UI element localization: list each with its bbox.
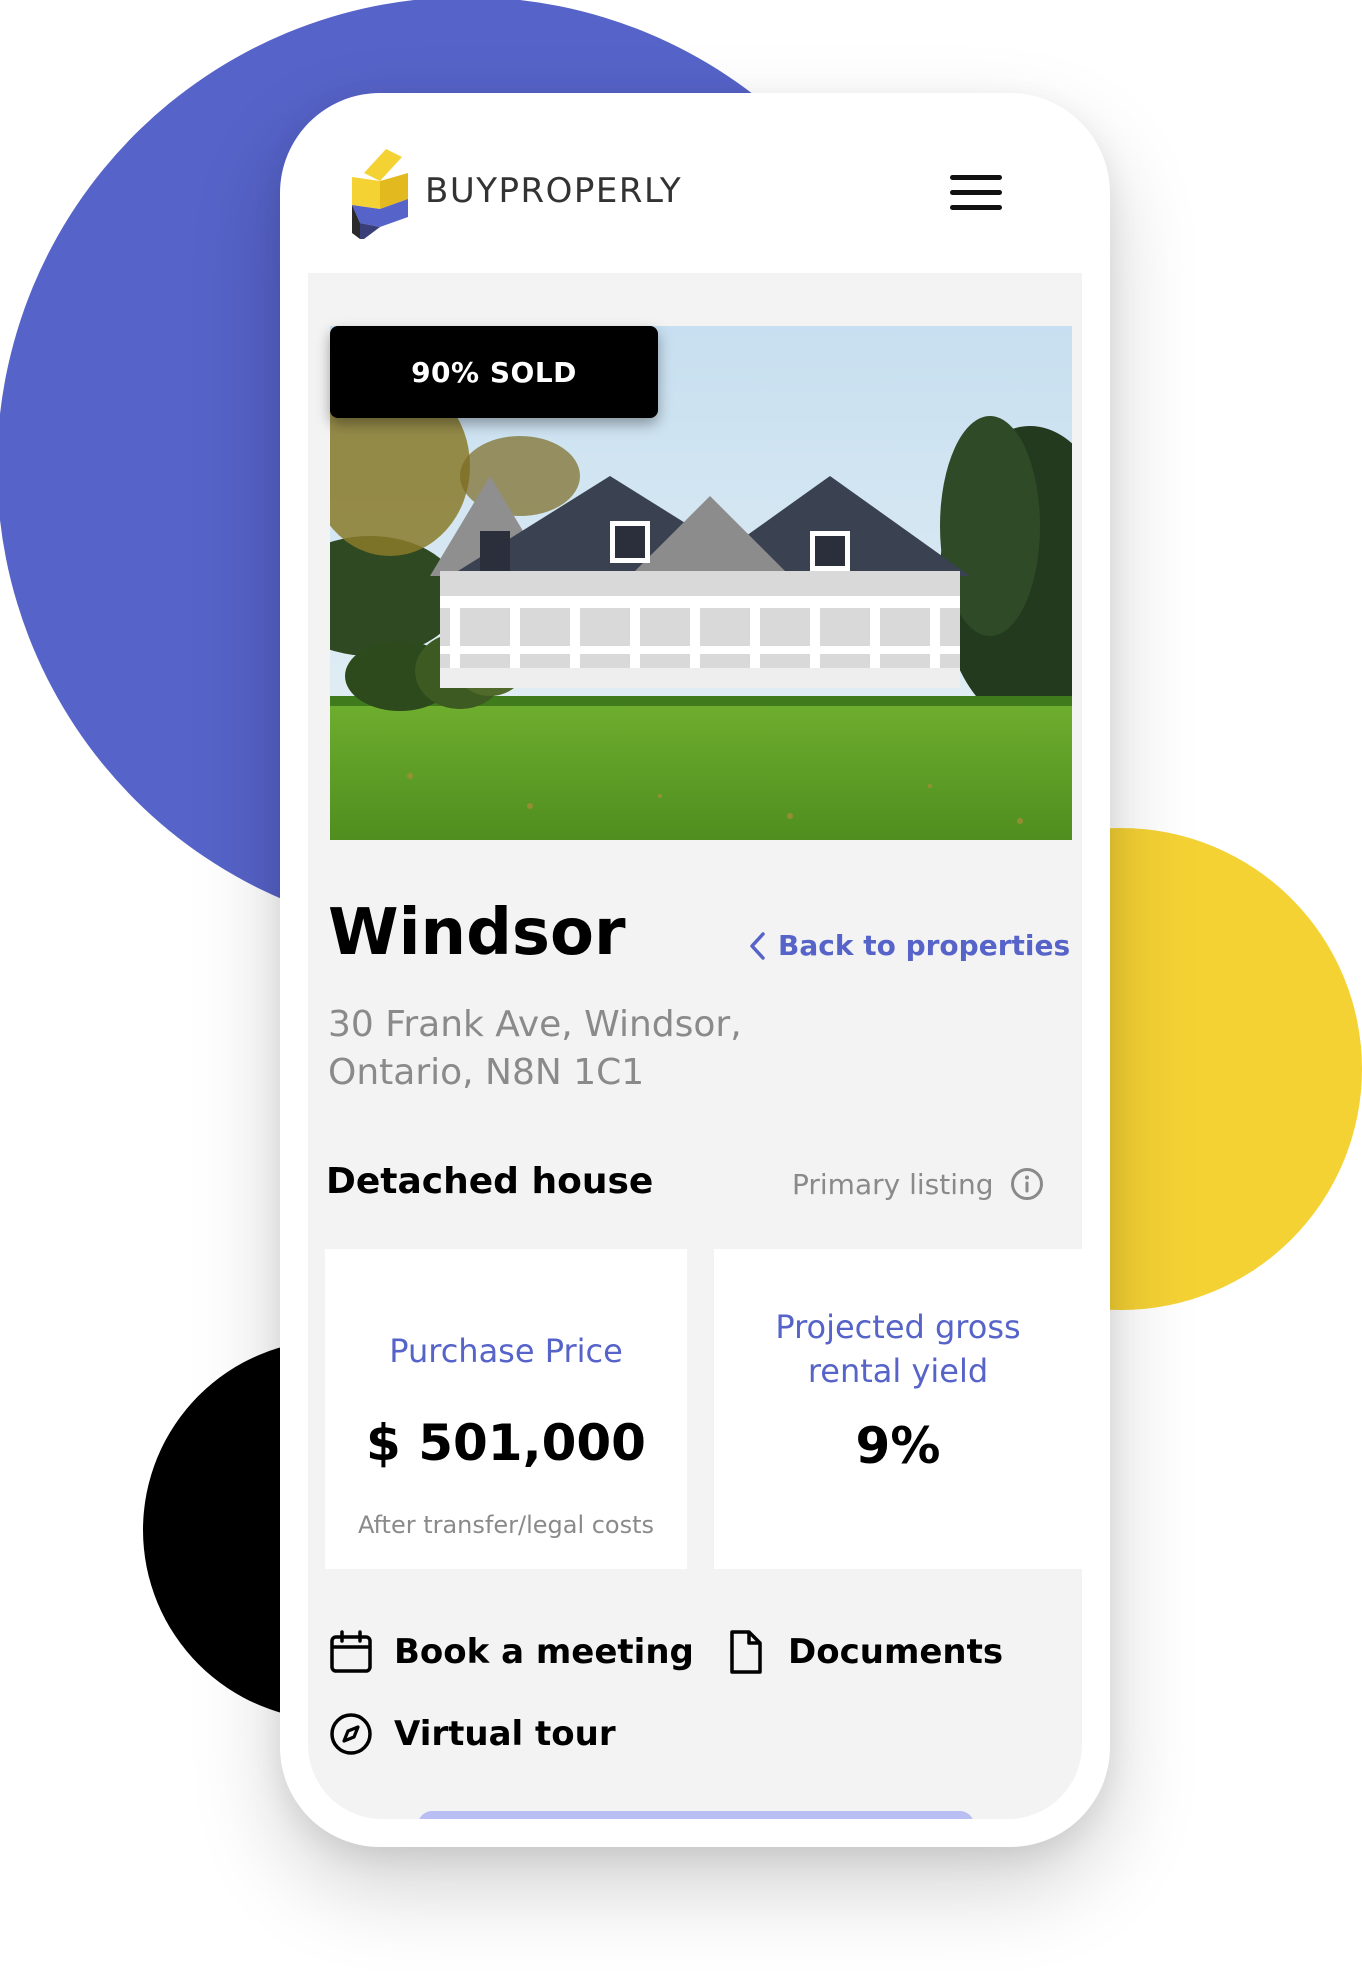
app-header: BUYPROPERLY: [308, 121, 1082, 273]
info-icon[interactable]: [1010, 1167, 1044, 1201]
listing-type-label: Primary listing: [792, 1167, 994, 1201]
documents-button[interactable]: Documents: [722, 1629, 1003, 1675]
compass-icon: [330, 1713, 372, 1755]
rental-yield-label-line-1: Projected gross: [775, 1308, 1021, 1346]
address-line-2: Ontario, N8N 1C1: [328, 1052, 645, 1093]
buyproperly-logo-icon[interactable]: [350, 147, 410, 239]
rental-yield-label-line-2: rental yield: [807, 1352, 989, 1390]
sold-percentage-badge: 90% SOLD: [330, 326, 658, 418]
document-icon: [730, 1630, 762, 1674]
phone-screen: BUYPROPERLY 90% SOLD Windsor Back to pro…: [308, 121, 1082, 1819]
calendar-icon: [330, 1630, 372, 1673]
purchase-price-note: After transfer/legal costs: [357, 1511, 655, 1539]
rental-yield-card: Projected gross rental yield 9%: [714, 1249, 1082, 1569]
brand-name: BUYPROPERLY: [425, 171, 683, 211]
address-line-1: 30 Frank Ave, Windsor,: [328, 1004, 742, 1045]
book-meeting-button[interactable]: Book a meeting: [328, 1629, 694, 1675]
purchase-price-card: Purchase Price $ 501,000 After transfer/…: [325, 1249, 687, 1569]
book-meeting-label: Book a meeting: [394, 1632, 694, 1672]
back-link-label: Back to properties: [778, 929, 1071, 962]
hamburger-menu-icon[interactable]: [950, 173, 1006, 215]
listing-type: Primary listing: [792, 1167, 1044, 1201]
property-address: 30 Frank Ave, Windsor, Ontario, N8N 1C1: [328, 1001, 868, 1097]
purchase-price-label: Purchase Price: [389, 1332, 623, 1370]
bottom-cta-bar[interactable]: [418, 1811, 974, 1819]
back-to-properties-link[interactable]: Back to properties: [748, 929, 1074, 962]
purchase-price-value: $ 501,000: [366, 1414, 646, 1472]
virtual-tour-label: Virtual tour: [394, 1714, 616, 1754]
virtual-tour-button[interactable]: Virtual tour: [328, 1711, 616, 1757]
property-type: Detached house: [326, 1161, 654, 1202]
chevron-left-icon: [750, 931, 765, 960]
rental-yield-label: Projected gross rental yield: [714, 1305, 1082, 1393]
property-title: Windsor: [328, 896, 626, 970]
phone-frame: BUYPROPERLY 90% SOLD Windsor Back to pro…: [280, 93, 1110, 1847]
rental-yield-value: 9%: [855, 1417, 941, 1475]
documents-label: Documents: [788, 1632, 1004, 1672]
